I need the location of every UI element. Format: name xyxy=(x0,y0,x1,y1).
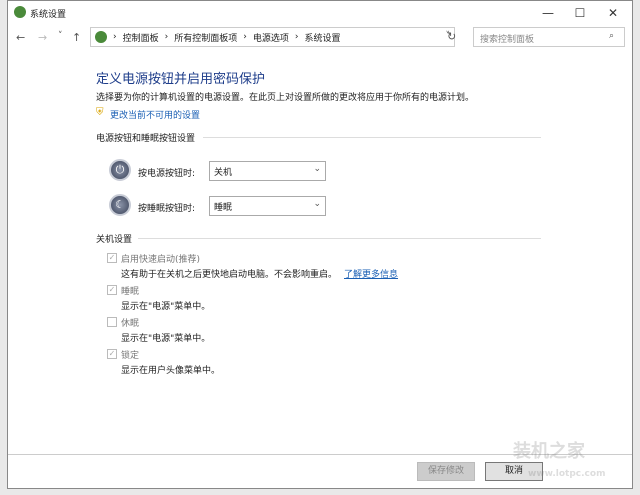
search-icon: ⌕ xyxy=(609,31,615,41)
shield-icon: ⛨ xyxy=(96,107,104,118)
divider xyxy=(203,137,541,138)
checkbox-label: 休眠 xyxy=(121,319,140,329)
sleep-button-label: 按睡眠按钮时: xyxy=(138,204,196,214)
breadcrumb-item[interactable]: 系统设置 xyxy=(304,31,340,44)
system-settings-window: 系统设置 — ☐ ✕ ← → ˅ ↑ › 控制面板 › 所有控制面板项 › 电源选项 … xyxy=(7,0,633,489)
sleep-icon: ☾ xyxy=(109,194,131,216)
learn-more-link[interactable]: 了解更多信息 xyxy=(344,267,398,280)
window-title: 系统设置 xyxy=(30,10,67,20)
recent-locations-button[interactable]: ˅ xyxy=(58,31,63,41)
maximize-button[interactable]: ☐ xyxy=(565,3,595,23)
breadcrumb-item[interactable]: 电源选项 xyxy=(253,31,289,44)
section-title: 关机设置 xyxy=(96,235,133,245)
checkbox-label: 睡眠 xyxy=(121,287,140,297)
forward-button[interactable]: → xyxy=(38,31,47,44)
chevron-down-icon: ⌄ xyxy=(313,164,321,174)
watermark-url: www.lotpc.com xyxy=(528,469,606,479)
divider xyxy=(138,238,541,239)
fast-startup-checkbox[interactable]: ✓ xyxy=(107,253,117,263)
lock-checkbox[interactable]: ✓ xyxy=(107,349,117,359)
hibernate-checkbox[interactable] xyxy=(107,317,117,327)
sleep-button-select[interactable]: 睡眠 ⌄ xyxy=(209,196,326,216)
power-icon: ⏻ xyxy=(109,159,131,181)
breadcrumb-item[interactable]: 所有控制面板项 xyxy=(174,31,237,44)
sleep-checkbox[interactable]: ✓ xyxy=(107,285,117,295)
chevron-down-icon: ⌄ xyxy=(313,199,321,209)
control-panel-icon xyxy=(95,31,107,43)
checkbox-label: 启用快速启动(推荐) xyxy=(121,255,201,265)
option-description: 显示在用户头像菜单中。 xyxy=(121,366,221,376)
up-button[interactable]: ↑ xyxy=(72,31,81,44)
minimize-button[interactable]: — xyxy=(533,3,563,23)
breadcrumb-item[interactable]: 控制面板 xyxy=(123,31,159,44)
watermark-name: 装机之家 xyxy=(513,441,585,462)
back-button[interactable]: ← xyxy=(16,31,25,44)
power-button-label: 按电源按钮时: xyxy=(138,169,196,179)
change-settings-link[interactable]: 更改当前不可用的设置 xyxy=(110,108,200,121)
address-bar[interactable]: › 控制面板 › 所有控制面板项 › 电源选项 › 系统设置 ˅ xyxy=(90,27,455,47)
search-input[interactable]: 搜索控制面板 xyxy=(473,27,625,47)
save-changes-button[interactable]: 保存修改 xyxy=(417,462,475,481)
option-description: 这有助于在关机之后更快地启动电脑。不会影响重启。 xyxy=(121,270,338,280)
page-title: 定义电源按钮并启用密码保护 xyxy=(96,72,266,87)
refresh-button[interactable]: ↻ xyxy=(447,30,456,43)
page-description: 选择要为你的计算机设置的电源设置。在此页上对设置所做的更改将应用于你所有的电源计… xyxy=(96,93,475,103)
section-title: 电源按钮和睡眠按钮设置 xyxy=(96,134,196,144)
checkbox-label: 锁定 xyxy=(121,351,140,361)
option-description: 显示在"电源"菜单中。 xyxy=(121,334,211,344)
power-button-select[interactable]: 关机 ⌄ xyxy=(209,161,326,181)
close-button[interactable]: ✕ xyxy=(598,3,628,23)
control-panel-icon xyxy=(14,6,26,18)
option-description: 显示在"电源"菜单中。 xyxy=(121,302,211,312)
